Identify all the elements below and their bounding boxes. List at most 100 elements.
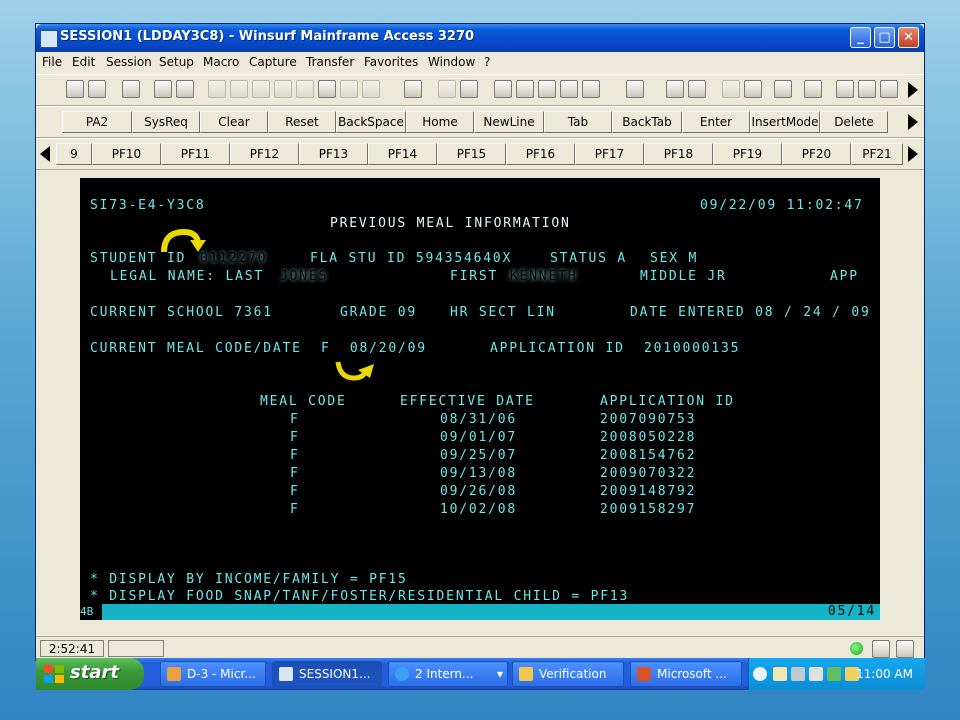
zoom-icon[interactable] (774, 80, 792, 98)
key-pf20[interactable]: PF20 (782, 143, 851, 165)
macro-edit-icon[interactable] (460, 80, 478, 98)
toolbar-scroll-right-icon[interactable] (908, 82, 918, 98)
pen-icon[interactable] (438, 80, 456, 98)
screen-icon[interactable] (626, 80, 644, 98)
keyboard-map-icon[interactable] (722, 80, 740, 98)
maximize-button[interactable]: □ (874, 27, 895, 48)
key-pf19[interactable]: PF19 (713, 143, 782, 165)
keys2-scroll-left-icon[interactable] (40, 146, 50, 162)
save-icon[interactable] (122, 80, 140, 98)
menu-favorites[interactable]: Favorites (364, 55, 418, 69)
key-sysreq[interactable]: SysReq (132, 111, 200, 133)
book-icon[interactable] (582, 80, 600, 98)
macro-stop-icon[interactable] (880, 80, 898, 98)
menu-transfer[interactable]: Transfer (306, 55, 354, 69)
menu-edit[interactable]: Edit (72, 55, 95, 69)
folder-icon (519, 667, 533, 681)
run-macro-icon[interactable] (804, 80, 822, 98)
group-dropdown-icon[interactable]: ▾ (497, 662, 503, 686)
speaker-icon[interactable] (809, 667, 823, 681)
macro-play-icon[interactable] (858, 80, 876, 98)
key-pf21[interactable]: PF21 (851, 143, 903, 165)
key-enter[interactable]: Enter (682, 111, 750, 133)
task-button[interactable]: Microsoft ... (630, 661, 742, 687)
internet-explorer-icon (395, 667, 409, 681)
session-app-icon[interactable] (40, 30, 58, 48)
key-pf15[interactable]: PF15 (437, 143, 506, 165)
task-button[interactable]: Verification (512, 661, 624, 687)
key-pf16[interactable]: PF16 (506, 143, 575, 165)
row-application-id: 2009070322 (600, 466, 697, 481)
menu-macro[interactable]: Macro (203, 55, 239, 69)
clear-edit-icon[interactable] (362, 80, 380, 98)
menu-window[interactable]: Window (428, 55, 475, 69)
menu-capture[interactable]: Capture (249, 55, 297, 69)
menu-setup[interactable]: Setup (159, 55, 194, 69)
print-icon[interactable] (176, 80, 194, 98)
key-pf18[interactable]: PF18 (644, 143, 713, 165)
key-pf10[interactable]: PF10 (92, 143, 161, 165)
keys1-scroll-right-icon[interactable] (908, 114, 918, 130)
cut-icon[interactable] (208, 80, 226, 98)
taskbar: start D-3 - Micr... SESSION1... 2 Intern… (36, 658, 925, 690)
keypad-icon[interactable] (744, 80, 762, 98)
receive-file-icon[interactable] (538, 80, 556, 98)
transfer-icon[interactable] (560, 80, 578, 98)
key-reset[interactable]: Reset (268, 111, 336, 133)
menu-session[interactable]: Session (106, 55, 152, 69)
start-button[interactable]: start (36, 658, 144, 690)
keys2-scroll-right-icon[interactable] (908, 146, 918, 162)
key-home[interactable]: Home (406, 111, 474, 133)
copy-table-icon[interactable] (274, 80, 292, 98)
key-insertmode[interactable]: InsertMode (750, 111, 820, 133)
copy-icon[interactable] (230, 80, 248, 98)
font-icon[interactable] (666, 80, 684, 98)
select-all-icon[interactable] (404, 80, 422, 98)
task-button[interactable]: D-3 - Micr... (160, 661, 266, 687)
copy-link-icon[interactable] (296, 80, 314, 98)
current-meal-code: CURRENT MEAL CODE/DATE F 08/20/09 (90, 341, 427, 356)
network-icon[interactable] (791, 667, 805, 681)
key-pf14[interactable]: PF14 (368, 143, 437, 165)
task-button[interactable]: 2 Intern... ▾ (388, 661, 508, 687)
minimize-button[interactable]: _ (850, 27, 871, 48)
mail-icon[interactable] (773, 667, 787, 681)
task-label: SESSION1... (299, 667, 371, 681)
title-bar[interactable]: SESSION1 (LDDAY3C8) - Winsurf Mainframe … (36, 24, 924, 52)
open-folder-icon[interactable] (66, 80, 84, 98)
key-newline[interactable]: NewLine (474, 111, 544, 133)
display-icon[interactable] (494, 80, 512, 98)
row-application-id: 2007090753 (600, 412, 697, 427)
copy-append-icon[interactable] (252, 80, 270, 98)
key-delete[interactable]: Delete (820, 111, 888, 133)
key-clear[interactable]: Clear (200, 111, 268, 133)
key-tab[interactable]: Tab (544, 111, 612, 133)
terminal-screen[interactable]: SI73-E4-Y3C8 09/22/09 11:02:47 PREVIOUS … (80, 178, 880, 620)
close-button[interactable]: ✕ (898, 27, 919, 48)
menu-file[interactable]: File (42, 55, 62, 69)
print-setup-icon[interactable] (154, 80, 172, 98)
key-pf9[interactable]: 9 (56, 143, 92, 165)
paste-icon[interactable] (318, 80, 336, 98)
menu-help[interactable]: ? (484, 55, 490, 69)
security-icon[interactable] (827, 667, 841, 681)
key-pf17[interactable]: PF17 (575, 143, 644, 165)
key-pf11[interactable]: PF11 (161, 143, 230, 165)
grade-field: GRADE 09 (340, 305, 418, 320)
paste-next-icon[interactable] (340, 80, 358, 98)
task-label: D-3 - Micr... (187, 667, 256, 681)
folder-save-icon[interactable] (88, 80, 106, 98)
down-arrow-icon[interactable] (688, 80, 706, 98)
key-backspace[interactable]: BackSpace (336, 111, 406, 133)
key-pa2[interactable]: PA2 (62, 111, 132, 133)
send-file-icon[interactable] (516, 80, 534, 98)
key-pf13[interactable]: PF13 (299, 143, 368, 165)
task-button[interactable]: SESSION1... (272, 661, 382, 687)
key-backtab[interactable]: BackTab (612, 111, 682, 133)
clock[interactable]: 11:00 AM (856, 658, 913, 690)
row-meal-code: F (290, 430, 300, 445)
macro-record-icon[interactable] (836, 80, 854, 98)
key-pf12[interactable]: PF12 (230, 143, 299, 165)
tray-expand-icon[interactable] (753, 667, 767, 681)
system-tray: 11:00 AM (748, 658, 925, 690)
